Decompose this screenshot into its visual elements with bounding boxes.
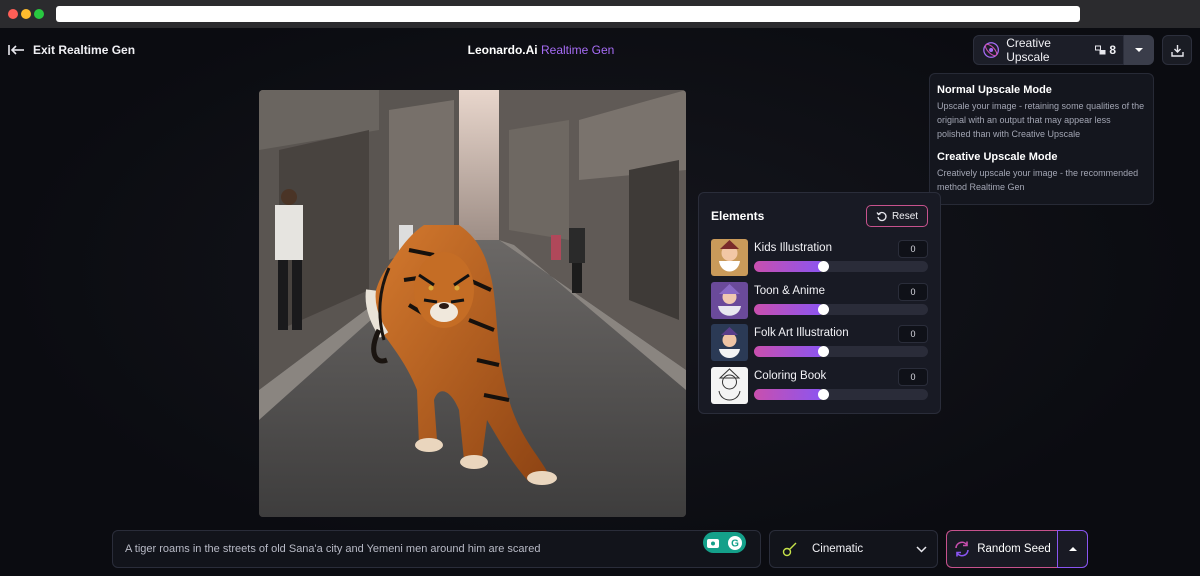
slider-fill <box>754 346 824 357</box>
menu-item-description: Creatively upscale your image - the reco… <box>937 168 1139 192</box>
chevron-down-icon <box>1135 48 1143 52</box>
element-thumbnail <box>711 324 748 361</box>
slider-handle[interactable] <box>817 388 829 400</box>
element-thumbnail <box>711 366 748 404</box>
menu-item-normal-upscale[interactable]: Normal Upscale Mode Upscale your image -… <box>937 84 1146 141</box>
chevron-up-icon <box>1068 547 1077 551</box>
menu-item-title: Normal Upscale Mode <box>937 84 1052 96</box>
menu-item-creative-upscale[interactable]: Creative Upscale Mode Creatively upscale… <box>937 151 1146 194</box>
element-name: Toon & Anime <box>754 284 825 297</box>
window-maximize-dot[interactable] <box>34 9 44 19</box>
element-thumbnail <box>711 239 748 276</box>
slider-fill <box>754 261 824 272</box>
upscale-mode-toggle[interactable] <box>1124 35 1154 65</box>
element-value-input[interactable]: 0 <box>898 325 928 343</box>
element-slider[interactable] <box>754 388 928 400</box>
brand-name: Leonardo.Ai <box>467 43 538 57</box>
generated-image <box>259 90 686 517</box>
element-row: Folk Art Illustration 0 <box>711 324 928 367</box>
element-value-input[interactable]: 0 <box>898 282 928 301</box>
elements-panel: Elements Reset Kids Illustration 0 Toon … <box>698 192 941 414</box>
reset-icon <box>876 211 887 221</box>
grammarly-icon[interactable]: G <box>703 532 746 553</box>
credits-count: 8 <box>1095 43 1116 57</box>
slider-fill <box>754 388 824 400</box>
element-name: Folk Art Illustration <box>754 327 849 339</box>
element-row: Toon & Anime 0 <box>711 281 928 325</box>
upscale-label: Creative Upscale <box>1006 36 1051 64</box>
random-seed-button[interactable]: Random Seed <box>946 530 1057 568</box>
seed-options-toggle[interactable] <box>1057 530 1088 568</box>
download-icon <box>1170 44 1184 57</box>
menu-item-description: Upscale your image - retaining some qual… <box>937 101 1145 139</box>
reset-label: Reset <box>891 210 919 222</box>
element-row: Kids Illustration 0 <box>711 239 928 282</box>
elements-title: Elements <box>711 209 765 223</box>
random-seed-label: Random Seed <box>977 543 1051 555</box>
download-button[interactable] <box>1162 35 1192 65</box>
slider-handle[interactable] <box>817 346 829 357</box>
element-value-input[interactable]: 0 <box>898 240 928 258</box>
menu-item-title: Creative Upscale Mode <box>937 151 1058 163</box>
browser-chrome <box>0 0 1200 28</box>
credits-value: 8 <box>1109 43 1116 57</box>
upscale-mode-menu: Normal Upscale Mode Upscale your image -… <box>929 73 1154 205</box>
creative-upscale-button[interactable]: Creative Upscale 8 <box>973 35 1124 65</box>
reset-button[interactable]: Reset <box>866 205 928 227</box>
prompt-input[interactable]: A tiger roams in the streets of old Sana… <box>112 530 761 568</box>
element-slider[interactable] <box>754 303 928 315</box>
brand-accent: Realtime Gen <box>540 43 615 57</box>
realtime-gen-app: Exit Realtime Gen Leonardo.Ai Realtime G… <box>0 28 1200 576</box>
chevron-down-icon <box>916 545 927 553</box>
element-thumbnail <box>711 281 748 319</box>
element-slider[interactable] <box>754 346 928 357</box>
window-minimize-dot[interactable] <box>21 9 31 19</box>
window-close-dot[interactable] <box>8 9 18 19</box>
element-name: Coloring Book <box>754 369 827 382</box>
style-selected: Cinematic <box>812 543 864 555</box>
slider-handle[interactable] <box>817 261 829 272</box>
style-dropdown[interactable]: Cinematic <box>769 530 938 568</box>
refresh-icon <box>955 541 970 557</box>
slider-fill <box>754 303 824 315</box>
element-value-input[interactable]: 0 <box>898 367 928 386</box>
svg-text:G: G <box>731 538 739 549</box>
element-slider[interactable] <box>754 261 928 272</box>
upscale-orbit-icon <box>983 42 1000 58</box>
prompt-text: A tiger roams in the streets of old Sana… <box>125 543 541 555</box>
element-name: Kids Illustration <box>754 242 832 254</box>
credits-icon <box>1095 45 1106 55</box>
guitar-icon <box>782 542 797 557</box>
app-title: Leonardo.Ai Realtime Gen <box>0 43 1082 57</box>
slider-handle[interactable] <box>817 303 829 315</box>
address-bar[interactable] <box>56 6 1080 22</box>
element-row: Coloring Book 0 <box>711 366 928 410</box>
